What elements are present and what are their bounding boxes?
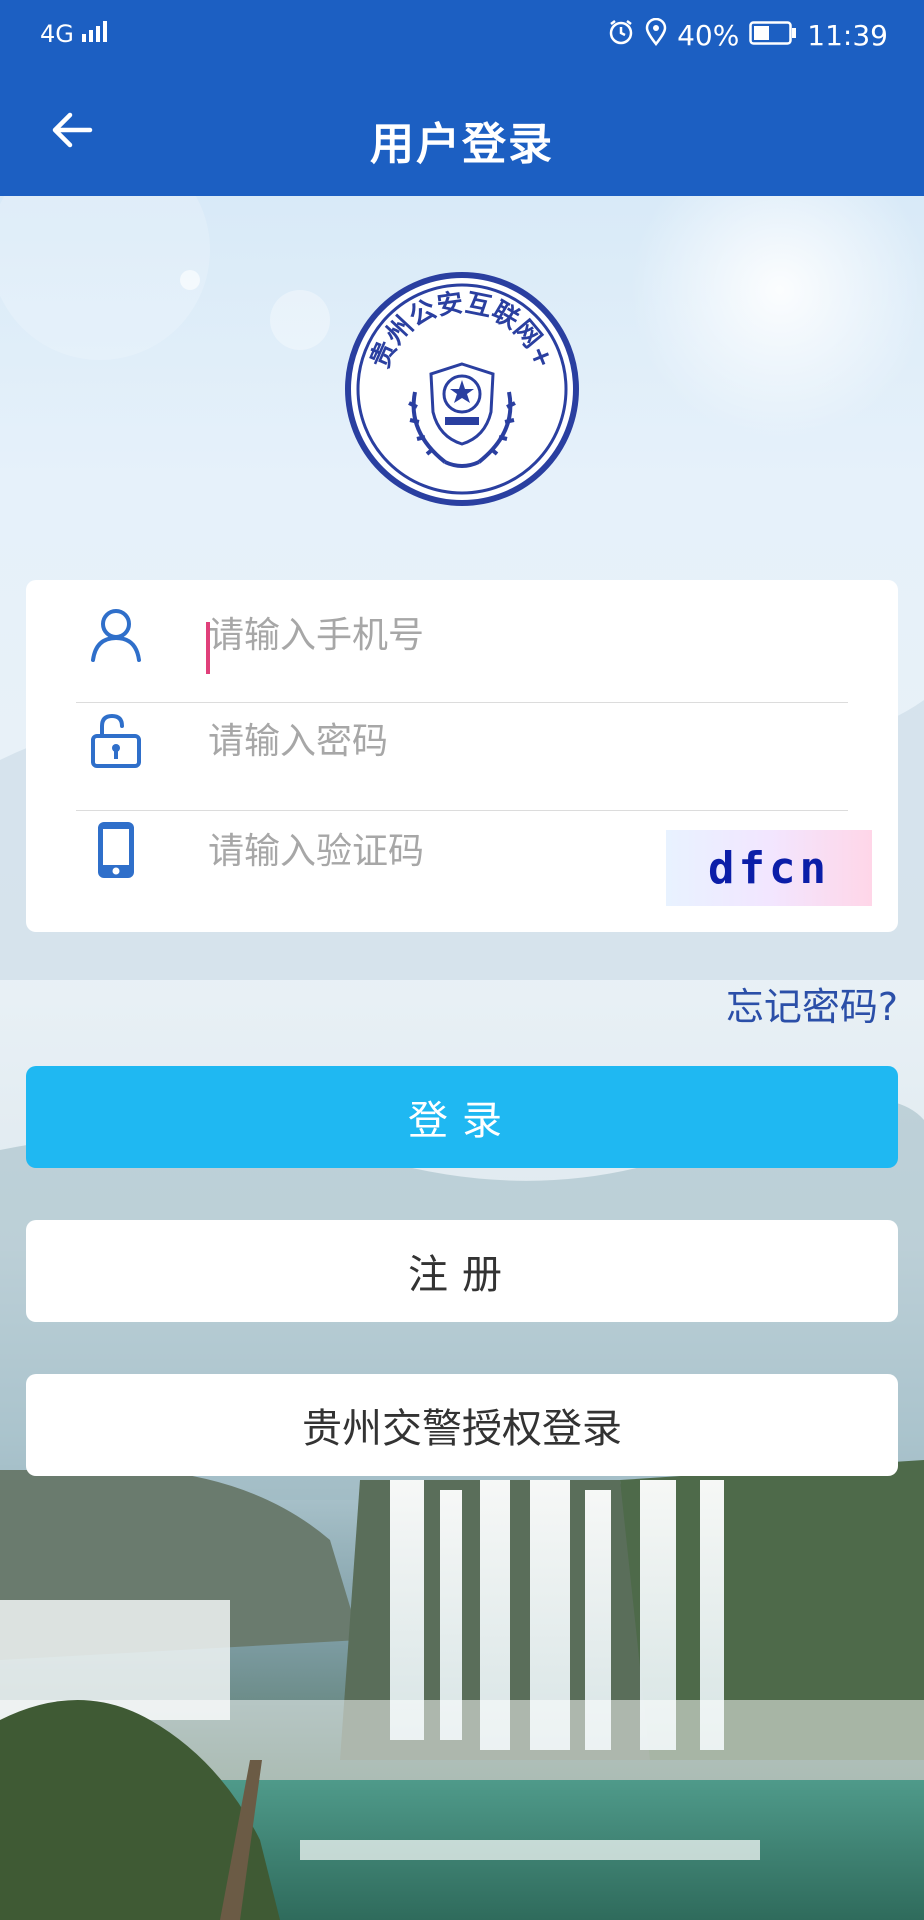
clock: 11:39 [807, 19, 888, 52]
signal-indicator: 4G [40, 18, 112, 48]
police-emblem-logo: 贵州公安互联网+ [345, 272, 579, 506]
status-bar: 4G 40% 11:39 [0, 0, 924, 72]
login-form: dfcn [26, 580, 898, 932]
signal-icon [81, 18, 112, 48]
captcha-image[interactable]: dfcn [666, 830, 872, 906]
auth-login-button-label: 贵州交警授权登录 [302, 1406, 622, 1452]
register-button[interactable]: 注册 [26, 1220, 898, 1322]
login-button[interactable]: 登录 [26, 1066, 898, 1168]
alarm-icon [607, 18, 635, 53]
login-screen: 4G 40% 11:39 用户登录 贵州公安互联网+ 请输入手机号 请输入验证码… [0, 0, 924, 1920]
user-icon [88, 606, 144, 662]
network-type: 4G [40, 20, 74, 48]
phone-field-row [76, 580, 848, 688]
battery-icon [749, 19, 797, 52]
lock-icon [88, 712, 144, 768]
battery-percent: 40% [677, 19, 740, 52]
title-bar: 用户登录 [0, 72, 924, 196]
register-button-label: 注册 [408, 1252, 516, 1298]
password-input[interactable] [206, 712, 690, 770]
verification-code-input[interactable] [206, 822, 590, 880]
traffic-police-auth-login-button[interactable]: 贵州交警授权登录 [26, 1374, 898, 1476]
password-field-row [76, 686, 848, 794]
phone-input[interactable] [206, 606, 690, 664]
status-right: 40% 11:39 [607, 17, 888, 53]
forgot-password-link[interactable]: 忘记密码? [726, 976, 898, 1031]
page-title: 用户登录 [370, 119, 554, 170]
login-button-label: 登录 [408, 1098, 516, 1144]
location-icon [645, 17, 667, 53]
text-cursor [206, 622, 210, 674]
phone-icon [88, 822, 144, 878]
